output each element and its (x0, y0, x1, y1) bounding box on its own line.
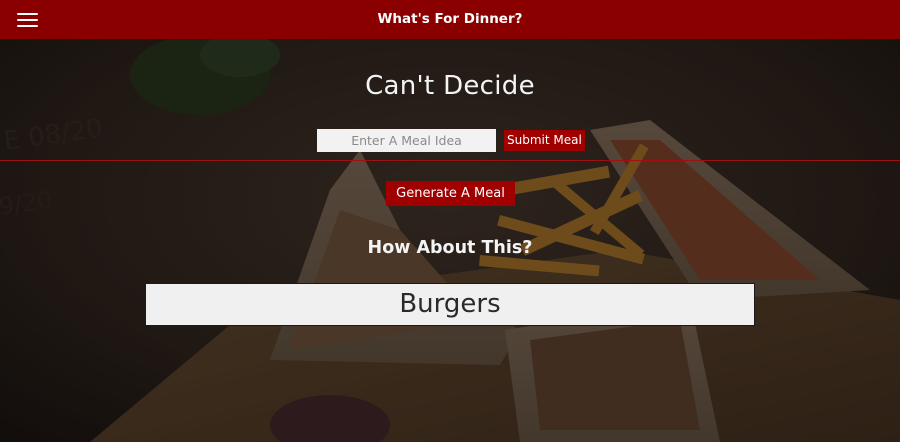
section-divider (0, 160, 900, 161)
meal-idea-input[interactable] (317, 129, 496, 152)
hamburger-menu-icon[interactable] (17, 12, 39, 28)
menu-line (17, 13, 38, 15)
top-navigation-bar: What's For Dinner? (0, 0, 900, 39)
generate-meal-button[interactable]: Generate A Meal (386, 181, 515, 206)
submit-meal-button[interactable]: Submit Meal (504, 130, 585, 151)
suggestion-heading: How About This? (367, 238, 533, 258)
app-title: What's For Dinner? (377, 11, 523, 27)
page-heading: Can't Decide (365, 71, 535, 101)
meal-result-display: Burgers (145, 283, 755, 326)
main-content: Can't Decide Submit Meal Generate A Meal… (0, 39, 900, 442)
menu-line (17, 19, 38, 21)
menu-line (17, 25, 38, 27)
